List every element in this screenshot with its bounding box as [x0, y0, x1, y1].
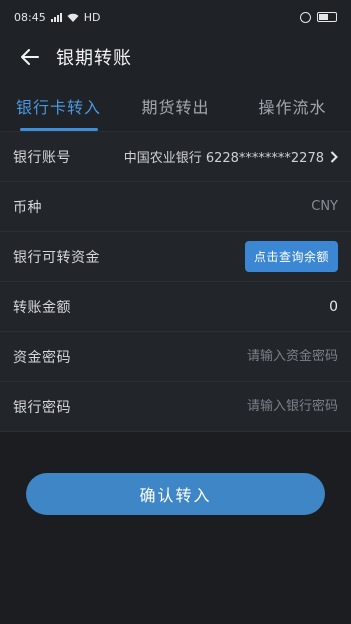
tab-label: 银行卡转入	[15, 97, 101, 117]
chevron-right-icon	[330, 150, 338, 163]
currency-row: 币种 CNY	[0, 182, 351, 232]
available-funds-row: 银行可转资金 点击查询余额	[0, 232, 351, 282]
back-button[interactable]	[14, 41, 46, 73]
active-tab-indicator	[19, 128, 98, 131]
status-time: 08:45	[14, 10, 46, 24]
bank-account-value-wrap: 中国农业银行 6228********2278	[124, 147, 338, 166]
tab-bank-transfer-in[interactable]: 银行卡转入	[0, 80, 117, 131]
fund-password-input[interactable]	[188, 349, 338, 364]
query-balance-button[interactable]: 点击查询余额	[244, 241, 338, 272]
bank-account-value: 中国农业银行 6228********2278	[123, 151, 324, 166]
battery-icon	[317, 12, 337, 22]
signal-icon	[50, 12, 62, 22]
tab-label: 期货转出	[141, 97, 210, 117]
amount-row: 转账金额	[0, 282, 351, 332]
bank-account-row[interactable]: 银行账号 中国农业银行 6228********2278	[0, 132, 351, 182]
status-right	[300, 11, 337, 23]
network-type-label: HD	[83, 10, 101, 24]
header: 银期转账	[0, 34, 351, 80]
transfer-form: 银行账号 中国农业银行 6228********2278 币种 CNY 银行可转…	[0, 132, 351, 432]
fund-password-label: 资金密码	[13, 349, 71, 366]
confirm-area: 确认转入	[0, 432, 351, 515]
tab-operation-log[interactable]: 操作流水	[234, 80, 351, 131]
amount-label: 转账金额	[13, 299, 71, 316]
wifi-icon	[67, 13, 79, 22]
tab-futures-transfer-out[interactable]: 期货转出	[117, 80, 234, 131]
page-title: 银期转账	[56, 48, 132, 69]
tab-label: 操作流水	[258, 97, 327, 117]
amount-input[interactable]	[188, 298, 338, 315]
fund-password-row: 资金密码	[0, 332, 351, 382]
bank-account-label: 银行账号	[13, 149, 71, 166]
bank-password-label: 银行密码	[13, 399, 71, 416]
bank-password-input[interactable]	[188, 399, 338, 414]
back-arrow-icon	[21, 49, 39, 65]
status-left: 08:45 HD	[14, 11, 100, 24]
available-funds-label: 银行可转资金	[13, 249, 100, 266]
alarm-icon	[300, 11, 311, 23]
currency-label: 币种	[13, 199, 42, 216]
confirm-transfer-button[interactable]: 确认转入	[26, 473, 325, 515]
bank-password-row: 银行密码	[0, 382, 351, 432]
tab-bar: 银行卡转入 期货转出 操作流水	[0, 80, 351, 132]
currency-value: CNY	[311, 199, 338, 214]
status-bar: 08:45 HD	[0, 0, 351, 34]
